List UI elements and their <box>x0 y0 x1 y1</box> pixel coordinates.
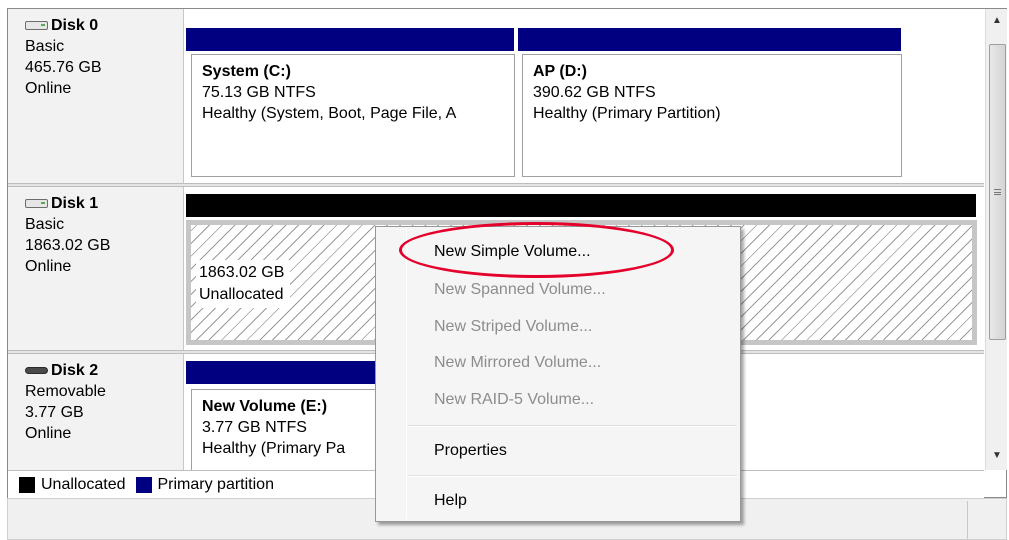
partition-d-status: Healthy (Primary Partition) <box>533 105 721 122</box>
legend-label-unallocated: Unallocated <box>41 475 126 493</box>
disk-0-partition-c-header <box>186 28 514 51</box>
hard-disk-icon <box>25 20 49 31</box>
vertical-scrollbar[interactable]: ▲ ▼ <box>985 9 1007 470</box>
partition-d-size: 390.62 GB NTFS <box>533 84 656 101</box>
unallocated-size: 1863.02 GB <box>199 264 285 281</box>
hard-disk-icon <box>25 198 49 209</box>
partition-e-status: Healthy (Primary Pa <box>202 440 346 457</box>
partition-c-name: System (C:) <box>202 63 291 80</box>
partition-e[interactable]: New Volume (E:) 3.77 GB NTFS Healthy (Pr… <box>191 389 391 471</box>
disk-2-info[interactable]: Disk 2 Removable 3.77 GB Online <box>8 354 184 470</box>
menu-item-help[interactable]: Help <box>434 486 467 516</box>
menu-item-new-raid5-volume[interactable]: New RAID-5 Volume... <box>434 385 594 415</box>
disk-0-info[interactable]: Disk 0 Basic 465.76 GB Online <box>8 9 184 184</box>
disk-0-partition-d-header <box>518 28 901 51</box>
partition-e-size: 3.77 GB NTFS <box>202 419 307 436</box>
disk-0-type: Basic <box>25 38 65 55</box>
disk-2-partition-e-header <box>186 361 386 384</box>
menu-separator <box>408 475 737 477</box>
status-bar-separator <box>967 501 968 539</box>
disk-0-status: Online <box>25 80 72 97</box>
disk-1-type: Basic <box>25 216 65 233</box>
disk-0-name: Disk 0 <box>51 17 99 34</box>
disk-2-size: 3.77 GB <box>25 404 84 421</box>
disk-0-size: 465.76 GB <box>25 59 102 76</box>
removable-disk-icon <box>25 366 49 376</box>
disk-1-status: Online <box>25 258 72 275</box>
partition-d-name: AP (D:) <box>533 63 587 80</box>
partition-c-size: 75.13 GB NTFS <box>202 84 316 101</box>
disk-1-name: Disk 1 <box>51 195 99 212</box>
disk-2-type: Removable <box>25 383 106 400</box>
disk-1-size: 1863.02 GB <box>25 237 111 254</box>
legend-label-primary: Primary partition <box>157 475 274 493</box>
disk-1-unallocated-header <box>186 194 976 217</box>
disk-2-status: Online <box>25 425 72 442</box>
menu-item-new-spanned-volume[interactable]: New Spanned Volume... <box>434 275 606 305</box>
menu-item-new-simple-volume[interactable]: New Simple Volume... <box>434 237 591 267</box>
disk-2-name: Disk 2 <box>51 362 99 379</box>
partition-c[interactable]: System (C:) 75.13 GB NTFS Healthy (Syste… <box>191 54 515 177</box>
scroll-up-arrow-icon[interactable]: ▲ <box>986 11 1008 29</box>
menu-separator <box>408 425 737 427</box>
partition-c-status: Healthy (System, Boot, Page File, A <box>202 105 457 122</box>
disk-1-info[interactable]: Disk 1 Basic 1863.02 GB Online <box>8 187 184 352</box>
menu-item-new-striped-volume[interactable]: New Striped Volume... <box>434 312 592 342</box>
menu-item-properties[interactable]: Properties <box>434 436 507 466</box>
context-menu: New Simple Volume... New Spanned Volume.… <box>375 226 741 522</box>
legend-swatch-primary <box>135 476 152 493</box>
scrollbar-thumb[interactable] <box>989 44 1006 340</box>
menu-item-new-mirrored-volume[interactable]: New Mirrored Volume... <box>434 348 601 378</box>
menu-gutter <box>406 229 407 519</box>
grip-icon <box>994 189 1001 195</box>
legend-swatch-unallocated <box>19 476 35 493</box>
unallocated-label: Unallocated <box>199 286 284 303</box>
partition-d[interactable]: AP (D:) 390.62 GB NTFS Healthy (Primary … <box>522 54 902 177</box>
scroll-down-arrow-icon[interactable]: ▼ <box>986 446 1008 464</box>
partition-e-name: New Volume (E:) <box>202 398 328 415</box>
